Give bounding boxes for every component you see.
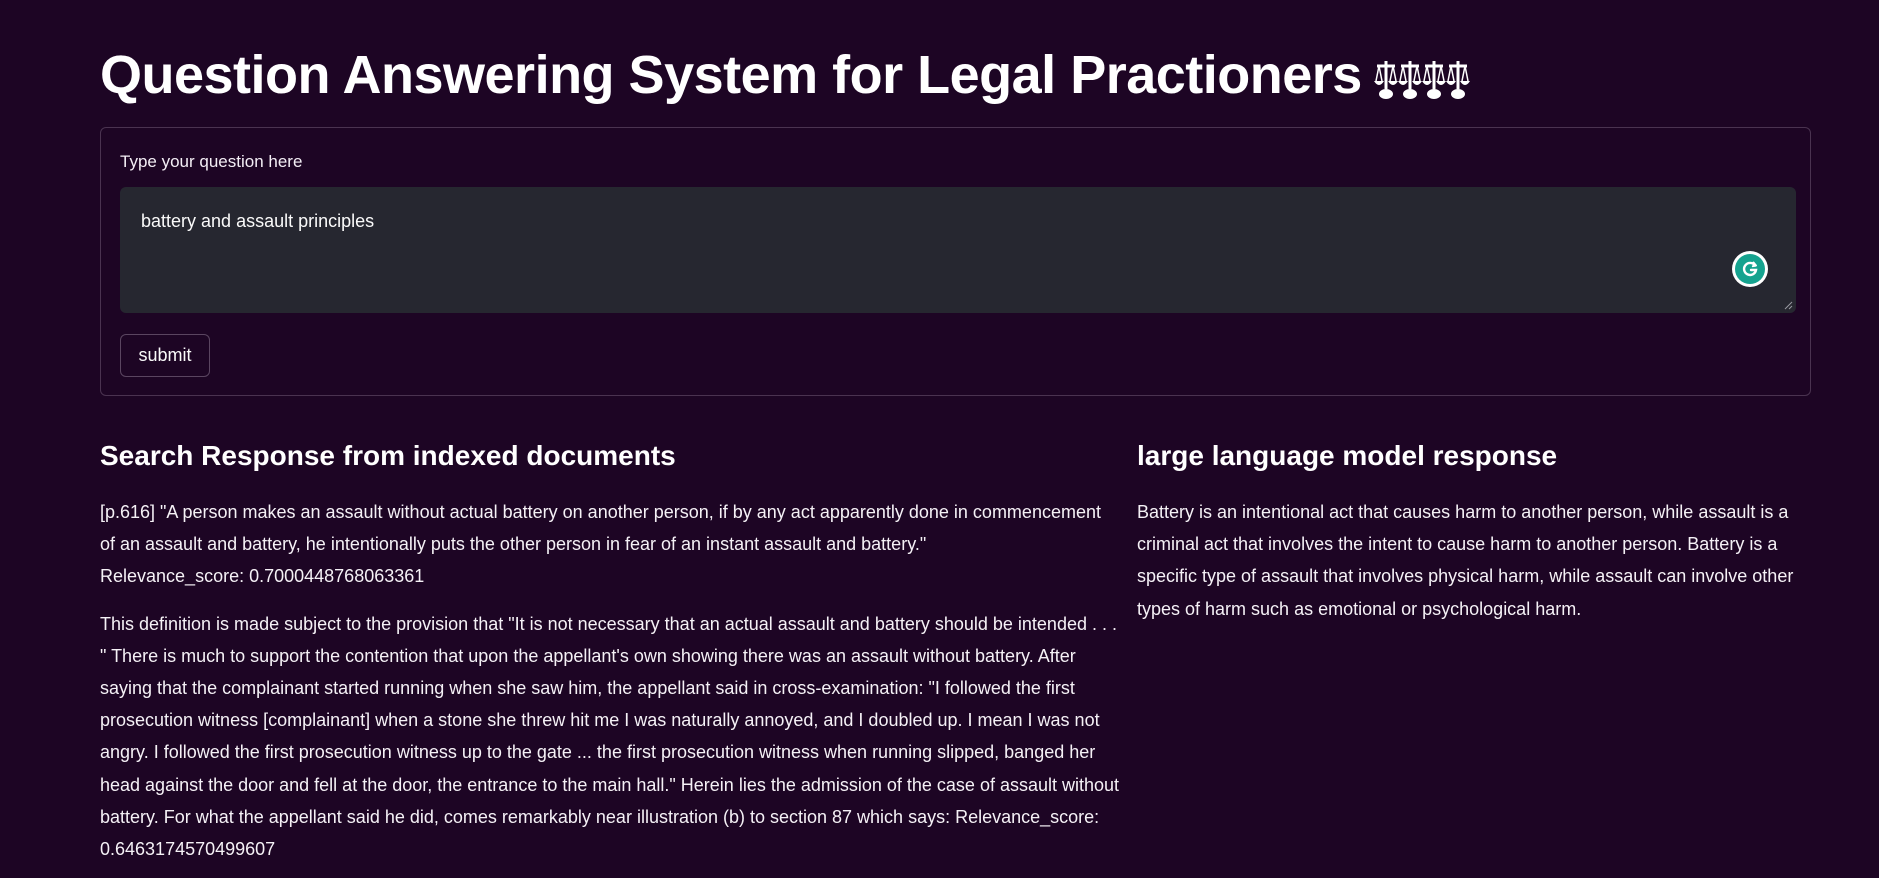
balance-scale-icon (1373, 57, 1470, 101)
search-result: [p.616] "A person makes an assault witho… (100, 496, 1120, 593)
search-result-text: [p.616] "A person makes an assault witho… (100, 502, 1101, 555)
app-page: Question Answering System for Legal Prac… (0, 0, 1879, 878)
search-result-text: This definition is made subject to the p… (100, 613, 1120, 827)
page-title-text: Question Answering System for Legal Prac… (100, 45, 1362, 105)
question-form: Type your question here battery and assa… (100, 127, 1811, 396)
llm-response-heading: large language model response (1137, 440, 1558, 471)
search-result: This definition is made subject to the p… (100, 608, 1120, 866)
page-title: Question Answering System for Legal Prac… (100, 42, 1470, 108)
question-label: Type your question here (120, 152, 303, 171)
llm-answer: Battery is an intentional act that cause… (1137, 502, 1794, 619)
question-textarea-container: battery and assault principles (120, 187, 1796, 313)
question-textarea[interactable]: battery and assault principles (120, 187, 1796, 313)
resize-handle-icon[interactable] (1784, 301, 1793, 310)
search-response-heading: Search Response from indexed documents (100, 440, 676, 471)
search-response-column: Search Response from indexed documents [… (100, 434, 1120, 878)
relevance-score: Relevance_score: 0.7000448768063361 (100, 566, 425, 587)
grammarly-g-icon[interactable] (1732, 251, 1768, 287)
grammarly-badge (1735, 254, 1765, 284)
llm-response-column: large language model response Battery is… (1137, 434, 1817, 640)
submit-button[interactable]: submit (120, 334, 210, 377)
